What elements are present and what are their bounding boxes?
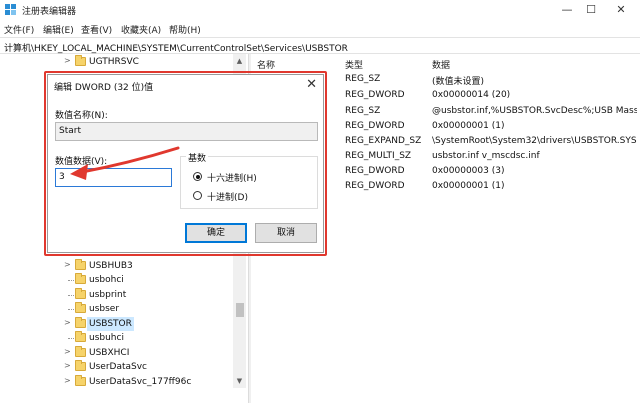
menu-file[interactable]: 文件(F) xyxy=(4,23,34,36)
column-header-type[interactable]: 类型 xyxy=(345,58,363,71)
title-bar: 注册表编辑器 — ☐ ✕ xyxy=(0,0,640,20)
tree-scroll-thumb[interactable] xyxy=(236,303,244,317)
tree-item-label[interactable]: USBSTOR xyxy=(87,317,134,331)
hex-radio[interactable] xyxy=(193,172,202,181)
value-type[interactable]: REG_DWORD xyxy=(345,90,405,100)
cancel-button[interactable]: 取消 xyxy=(255,223,317,243)
close-icon[interactable]: ✕ xyxy=(306,77,317,92)
value-data[interactable]: 0x00000001 (1) xyxy=(432,121,637,131)
value-data[interactable]: @usbstor.inf,%USBSTOR.SvcDesc%;USB Mass.… xyxy=(432,106,637,116)
tree-item[interactable]: > USBXHCI xyxy=(60,346,232,360)
value-data[interactable]: (数值未设置) xyxy=(432,74,637,87)
address-path[interactable]: 计算机\HKEY_LOCAL_MACHINE\SYSTEM\CurrentCon… xyxy=(4,41,348,54)
chevron-right-icon[interactable]: > xyxy=(64,361,71,370)
folder-icon xyxy=(75,317,86,328)
tree-connector xyxy=(68,295,74,296)
menu-bar: 文件(F) 编辑(E) 查看(V) 收藏夹(A) 帮助(H) xyxy=(0,20,640,37)
tree-item-label[interactable]: UserDataSvc xyxy=(87,360,149,374)
folder-icon xyxy=(75,346,86,357)
folder-icon xyxy=(75,331,86,342)
folder-icon xyxy=(75,375,86,386)
tree-item-label[interactable]: usbser xyxy=(87,302,121,316)
chevron-right-icon[interactable]: > xyxy=(64,318,71,327)
tree-item[interactable]: > UserDataSvc_177ff96c xyxy=(60,375,232,389)
value-type[interactable]: REG_DWORD xyxy=(345,121,405,131)
value-type[interactable]: REG_DWORD xyxy=(345,181,405,191)
column-header-name[interactable]: 名称 xyxy=(257,58,275,71)
tree-item-label[interactable]: UserDataSvc_177ff96c xyxy=(87,375,193,389)
base-label: 基数 xyxy=(186,151,209,164)
value-name-field: Start xyxy=(55,122,318,141)
chevron-right-icon[interactable]: > xyxy=(64,347,71,356)
scroll-down-icon[interactable]: ▼ xyxy=(233,375,246,387)
value-data[interactable]: 0x00000001 (1) xyxy=(432,181,637,191)
tree-connector xyxy=(68,338,74,339)
chevron-right-icon[interactable]: > xyxy=(64,56,71,65)
tree-item-usbstor[interactable]: > USBSTOR xyxy=(60,317,232,331)
decimal-radio[interactable] xyxy=(193,191,202,200)
ok-button[interactable]: 确定 xyxy=(185,223,247,243)
menu-help[interactable]: 帮助(H) xyxy=(169,23,201,36)
value-data-label: 数值数据(V): xyxy=(55,157,108,167)
tree-connector xyxy=(68,309,74,310)
scroll-up-icon[interactable]: ▲ xyxy=(233,55,246,67)
decimal-radio-label[interactable]: 十进制(D) xyxy=(207,190,248,203)
value-data[interactable]: 0x00000014 (20) xyxy=(432,90,637,100)
tree-item-label[interactable]: USBXHCI xyxy=(87,346,131,360)
folder-icon xyxy=(75,273,86,284)
tree-item-label[interactable]: usbohci xyxy=(87,273,126,287)
maximize-icon[interactable]: ☐ xyxy=(576,0,606,20)
tree-item[interactable]: usbohci xyxy=(60,273,232,287)
tree-item[interactable]: > UserDataSvc xyxy=(60,360,232,374)
menu-favorites[interactable]: 收藏夹(A) xyxy=(121,23,161,36)
tree-item[interactable]: usbser xyxy=(60,302,232,316)
window-title: 注册表编辑器 xyxy=(22,7,77,17)
value-type[interactable]: REG_SZ xyxy=(345,106,380,116)
folder-icon xyxy=(75,302,86,313)
tree-item[interactable]: > USBHUB3 xyxy=(60,259,232,273)
value-type[interactable]: REG_SZ xyxy=(345,74,380,84)
close-window-icon[interactable]: ✕ xyxy=(606,0,636,20)
menu-view[interactable]: 查看(V) xyxy=(81,23,112,36)
value-type[interactable]: REG_EXPAND_SZ xyxy=(345,136,421,146)
hex-radio-label[interactable]: 十六进制(H) xyxy=(207,171,257,184)
chevron-right-icon[interactable]: > xyxy=(64,260,71,269)
tree-item-label[interactable]: UGTHRSVC xyxy=(87,55,141,69)
value-data[interactable]: 0x00000003 (3) xyxy=(432,166,637,176)
tree-item[interactable]: usbuhci xyxy=(60,331,232,345)
tree-item-label[interactable]: usbuhci xyxy=(87,331,126,345)
folder-icon xyxy=(75,55,86,66)
registry-app-icon xyxy=(5,4,16,15)
tree-item[interactable]: usbprint xyxy=(60,288,232,302)
menu-edit[interactable]: 编辑(E) xyxy=(43,23,74,36)
chevron-right-icon[interactable]: > xyxy=(64,376,71,385)
value-type[interactable]: REG_MULTI_SZ xyxy=(345,151,411,161)
column-header-data[interactable]: 数据 xyxy=(432,58,450,71)
address-bar[interactable]: 计算机\HKEY_LOCAL_MACHINE\SYSTEM\CurrentCon… xyxy=(0,37,640,54)
tree-connector xyxy=(68,280,74,281)
folder-icon xyxy=(75,288,86,299)
folder-icon xyxy=(75,259,86,270)
tree-item-label[interactable]: USBHUB3 xyxy=(87,259,135,273)
value-data[interactable]: \SystemRoot\System32\drivers\USBSTOR.SYS xyxy=(432,136,637,146)
value-type[interactable]: REG_DWORD xyxy=(345,166,405,176)
folder-icon xyxy=(75,360,86,371)
value-data-input[interactable]: 3 xyxy=(55,168,172,187)
dialog-title: 编辑 DWORD (32 位)值 xyxy=(54,83,154,93)
value-name-label: 数值名称(N): xyxy=(55,111,108,121)
tree-item-label[interactable]: usbprint xyxy=(87,288,128,302)
value-data[interactable]: usbstor.inf v_mscdsc.inf xyxy=(432,151,637,161)
tree-item[interactable]: > UGTHRSVC xyxy=(60,55,232,69)
edit-dword-dialog: 编辑 DWORD (32 位)值 ✕ 数值名称(N): Start 数值数据(V… xyxy=(47,74,324,253)
